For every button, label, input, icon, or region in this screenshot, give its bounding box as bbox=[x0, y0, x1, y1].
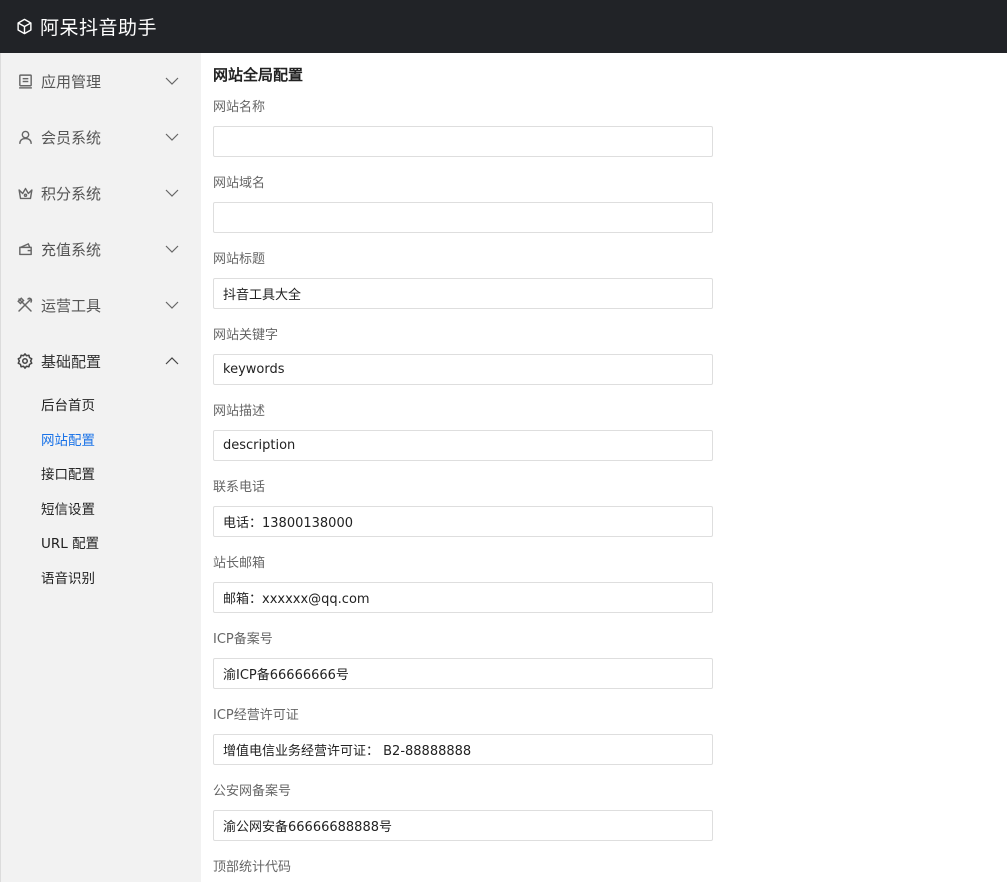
submenu-item-dashboard[interactable]: 后台首页 bbox=[1, 389, 201, 424]
wallet-icon bbox=[16, 240, 34, 258]
police-record-input[interactable] bbox=[213, 810, 713, 841]
field-site-description: 网站描述 bbox=[213, 402, 713, 461]
site-keywords-input[interactable] bbox=[213, 354, 713, 385]
site-name-input[interactable] bbox=[213, 126, 713, 157]
field-label: ICP备案号 bbox=[213, 632, 273, 647]
contact-phone-input[interactable] bbox=[213, 506, 713, 537]
chevron-down-icon bbox=[163, 128, 181, 146]
field-icp-license: ICP经营许可证 bbox=[213, 706, 713, 765]
field-contact-phone: 联系电话 bbox=[213, 478, 713, 537]
field-label: 联系电话 bbox=[213, 480, 266, 495]
icp-record-input[interactable] bbox=[213, 658, 713, 689]
field-admin-email: 站长邮箱 bbox=[213, 554, 713, 613]
submenu-item-speech-recognition[interactable]: 语音识别 bbox=[1, 562, 201, 597]
field-site-name: 网站名称 bbox=[213, 98, 713, 157]
field-label: 网站关键字 bbox=[213, 328, 279, 343]
sidebar-item-label: 积分系统 bbox=[41, 184, 102, 203]
sidebar-item-label: 会员系统 bbox=[41, 128, 102, 147]
submenu-item-api-config[interactable]: 接口配置 bbox=[1, 458, 201, 493]
sidebar-item-label: 运营工具 bbox=[41, 296, 102, 315]
chevron-down-icon bbox=[163, 240, 181, 258]
site-domain-input[interactable] bbox=[213, 202, 713, 233]
icp-license-input[interactable] bbox=[213, 734, 713, 765]
chevron-down-icon bbox=[163, 296, 181, 314]
site-description-input[interactable] bbox=[213, 430, 713, 461]
field-icp-record: ICP备案号 bbox=[213, 630, 713, 689]
site-title-input[interactable] bbox=[213, 278, 713, 309]
submenu-basic-config: 后台首页 网站配置 接口配置 短信设置 URL 配置 语音识别 bbox=[1, 389, 201, 596]
crown-icon bbox=[16, 184, 34, 202]
field-label: 网站名称 bbox=[213, 100, 266, 115]
field-header-stats-code: 顶部统计代码 bbox=[213, 858, 713, 878]
sidebar-item-label: 基础配置 bbox=[41, 352, 102, 371]
submenu-item-sms-settings[interactable]: 短信设置 bbox=[1, 493, 201, 528]
field-label: 站长邮箱 bbox=[213, 556, 266, 571]
field-site-title: 网站标题 bbox=[213, 250, 713, 309]
sidebar-item-points-system[interactable]: 积分系统 bbox=[1, 165, 201, 221]
field-label: 公安网备案号 bbox=[213, 784, 292, 799]
field-label: 顶部统计代码 bbox=[213, 860, 292, 875]
field-label: ICP经营许可证 bbox=[213, 708, 299, 723]
chevron-up-icon bbox=[163, 352, 181, 370]
field-label: 网站描述 bbox=[213, 404, 266, 419]
user-icon bbox=[16, 128, 34, 146]
gear-icon bbox=[16, 352, 34, 370]
cube-icon bbox=[16, 18, 33, 35]
admin-email-input[interactable] bbox=[213, 582, 713, 613]
sidebar-item-app-management[interactable]: 应用管理 bbox=[1, 53, 201, 109]
submenu-item-url-config[interactable]: URL 配置 bbox=[1, 527, 201, 562]
field-police-record: 公安网备案号 bbox=[213, 782, 713, 841]
tools-icon bbox=[16, 296, 34, 314]
app-title: 阿呆抖音助手 bbox=[40, 17, 158, 39]
page-title: 网站全局配置 bbox=[213, 66, 304, 84]
field-label: 网站域名 bbox=[213, 176, 266, 191]
field-site-domain: 网站域名 bbox=[213, 174, 713, 233]
chevron-down-icon bbox=[163, 72, 181, 90]
sidebar-item-label: 应用管理 bbox=[41, 72, 102, 91]
top-bar: 阿呆抖音助手 bbox=[0, 0, 1007, 53]
submenu-item-site-config[interactable]: 网站配置 bbox=[1, 424, 201, 459]
sidebar: 应用管理 会员系统 积分系统 充值系统 运营工具 基础配置 后台首页 网站配置 … bbox=[0, 53, 201, 882]
field-label: 网站标题 bbox=[213, 252, 266, 267]
sidebar-item-recharge-system[interactable]: 充值系统 bbox=[1, 221, 201, 277]
app-icon bbox=[16, 72, 34, 90]
sidebar-item-label: 充值系统 bbox=[41, 240, 102, 259]
sidebar-item-member-system[interactable]: 会员系统 bbox=[1, 109, 201, 165]
chevron-down-icon bbox=[163, 184, 181, 202]
sidebar-item-operation-tools[interactable]: 运营工具 bbox=[1, 277, 201, 333]
main-content: 网站全局配置 网站名称 网站域名 网站标题 网站关键字 网站描述 联系电话 站长… bbox=[201, 53, 1007, 882]
sidebar-item-basic-config[interactable]: 基础配置 bbox=[1, 333, 201, 389]
field-site-keywords: 网站关键字 bbox=[213, 326, 713, 385]
